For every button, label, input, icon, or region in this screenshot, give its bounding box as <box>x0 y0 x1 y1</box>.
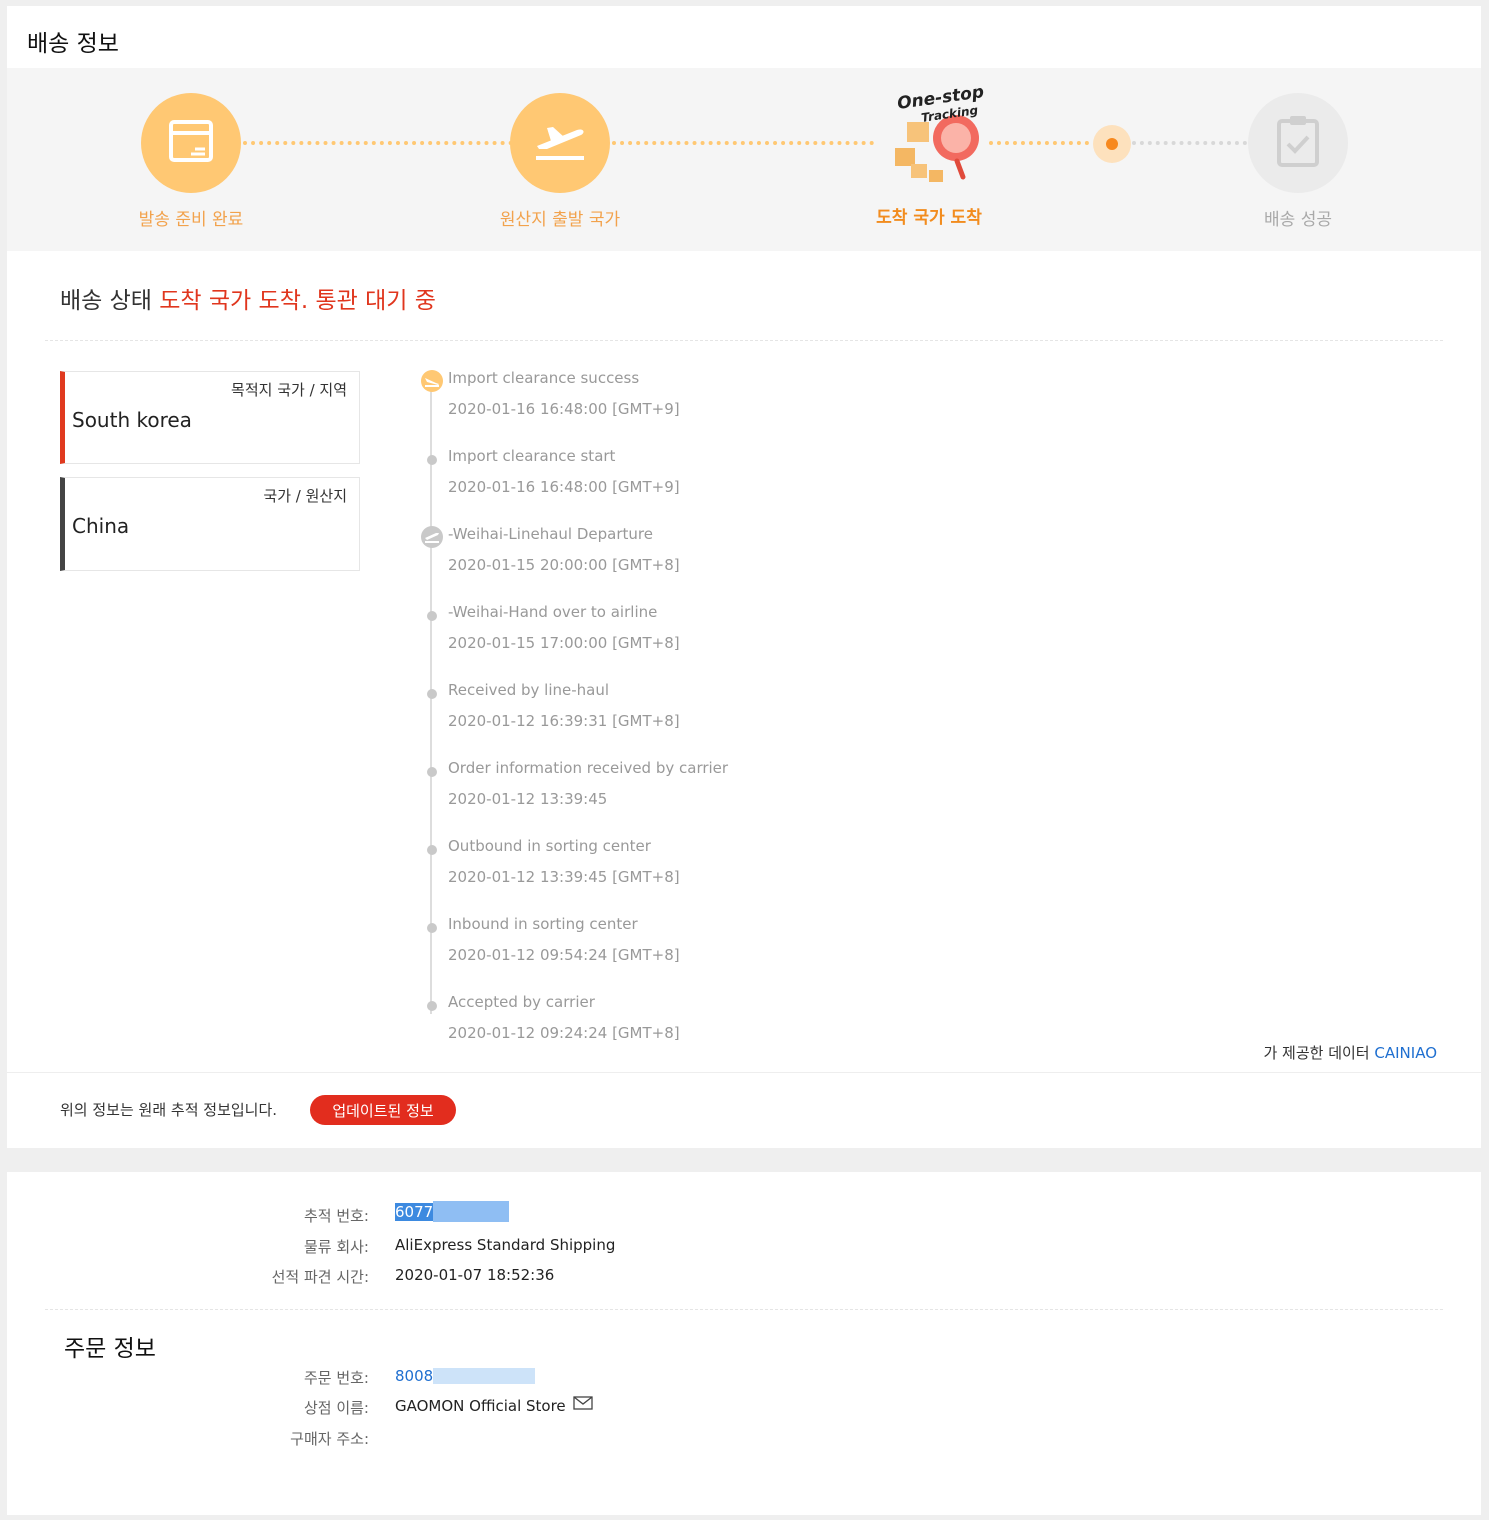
plane-departure-icon <box>531 116 589 170</box>
step-1-label: 발송 준비 완료 <box>138 210 244 230</box>
package-icon <box>166 116 216 170</box>
status-value: 도착 국가 도착. 통관 대기 중 <box>159 288 436 314</box>
destination-card: 목적지 국가 / 지역 South korea <box>60 371 360 464</box>
origin-label: 국가 / 원산지 <box>263 487 347 505</box>
order-number-link[interactable]: 8008 <box>395 1367 536 1385</box>
buyer-address-label: 구매자 주소: <box>290 1430 369 1448</box>
data-provider-note: 가 제공한 데이터 CAINIAO <box>1263 1042 1437 1063</box>
destination-label: 목적지 국가 / 지역 <box>231 381 347 399</box>
updated-info-button[interactable]: 업데이트된 정보 <box>310 1095 456 1125</box>
event-time: 2020-01-12 16:39:31 [GMT+8] <box>448 712 680 730</box>
delivery-status: 배송 상태 도착 국가 도착. 통관 대기 중 <box>60 281 436 315</box>
event-time: 2020-01-12 09:54:24 [GMT+8] <box>448 946 680 964</box>
timeline-dot <box>427 767 437 777</box>
divider <box>7 1072 1481 1073</box>
destination-value: South korea <box>72 408 192 432</box>
divider <box>45 1309 1443 1310</box>
one-stop-tracking-icon: One-stop Tracking <box>877 82 997 192</box>
step-1-circle <box>141 93 241 193</box>
timeline-dot <box>427 611 437 621</box>
divider <box>45 340 1443 341</box>
dispatch-time-value: 2020-01-07 18:52:36 <box>395 1266 555 1284</box>
timeline-dot <box>427 845 437 855</box>
carrier-value: AliExpress Standard Shipping <box>395 1236 616 1254</box>
plane-departure-icon <box>421 526 443 548</box>
store-name-value: GAOMON Official Store <box>395 1396 594 1415</box>
event-time: 2020-01-15 17:00:00 [GMT+8] <box>448 634 680 652</box>
origin-card: 국가 / 원산지 China <box>60 477 360 571</box>
step-2-label: 원산지 출발 국가 <box>499 210 621 230</box>
event-title: Import clearance start <box>448 447 616 465</box>
event-time: 2020-01-12 13:39:45 [GMT+8] <box>448 868 680 886</box>
redaction-mask <box>433 1367 536 1384</box>
event-title: Received by line-haul <box>448 681 610 699</box>
event-time: 2020-01-16 16:48:00 [GMT+9] <box>448 478 680 496</box>
step-2-circle <box>510 93 610 193</box>
progress-stepper: 발송 준비 완료 원산지 출발 국가 One-stop Tracking 도착 … <box>7 68 1481 251</box>
event-title: Import clearance success <box>448 369 640 387</box>
order-info-title: 주문 정보 <box>64 1336 156 1362</box>
timeline-line <box>430 386 432 1014</box>
provider-prefix: 가 제공한 데이터 <box>1263 1044 1370 1062</box>
tracking-details-card: 추적 번호: 6077 물류 회사: AliExpress Standard S… <box>7 1172 1481 1515</box>
tracking-number-label: 추적 번호: <box>303 1207 369 1225</box>
provider-link[interactable]: CAINIAO <box>1374 1044 1437 1062</box>
shipping-info-title: 배송 정보 <box>27 31 119 57</box>
original-info-note: 위의 정보는 원래 추적 정보입니다. <box>60 1101 278 1119</box>
dispatch-time-label: 선적 파견 시간: <box>271 1268 369 1286</box>
carrier-label: 물류 회사: <box>303 1238 369 1256</box>
status-label: 배송 상태 <box>60 288 152 314</box>
event-title: Outbound in sorting center <box>448 837 651 855</box>
event-title: -Weihai-Linehaul Departure <box>448 525 653 543</box>
envelope-icon[interactable] <box>573 1396 594 1414</box>
shipping-info-card: 배송 정보 발송 준비 완료 원산지 출발 국가 One-stop Tracki… <box>7 6 1481 1148</box>
step-4-circle <box>1248 93 1348 193</box>
tracking-number-value[interactable]: 6077 <box>395 1200 510 1222</box>
step-4-label: 배송 성공 <box>1264 210 1332 230</box>
step-connector <box>989 141 1089 145</box>
store-name-label: 상점 이름: <box>303 1399 369 1417</box>
timeline-dot <box>427 689 437 699</box>
event-title: -Weihai-Hand over to airline <box>448 603 658 621</box>
timeline-dot <box>427 455 437 465</box>
step-connector <box>612 141 874 145</box>
timeline-dot <box>427 923 437 933</box>
order-number-label: 주문 번호: <box>303 1369 369 1387</box>
step-connector <box>1132 141 1247 145</box>
step-connector <box>243 141 513 145</box>
event-time: 2020-01-12 09:24:24 [GMT+8] <box>448 1024 680 1042</box>
event-time: 2020-01-12 13:39:45 <box>448 790 608 808</box>
plane-landing-icon <box>421 370 443 392</box>
event-title: Order information received by carrier <box>448 759 729 777</box>
clipboard-check-icon <box>1276 114 1320 172</box>
redaction-mask <box>433 1200 510 1222</box>
origin-value: China <box>72 514 130 538</box>
timeline-dot <box>427 1001 437 1011</box>
event-title: Inbound in sorting center <box>448 915 638 933</box>
current-position-marker <box>1093 125 1131 163</box>
event-time: 2020-01-15 20:00:00 [GMT+8] <box>448 556 680 574</box>
event-time: 2020-01-16 16:48:00 [GMT+9] <box>448 400 680 418</box>
event-title: Accepted by carrier <box>448 993 595 1011</box>
step-3-label: 도착 국가 도착 <box>876 208 982 228</box>
